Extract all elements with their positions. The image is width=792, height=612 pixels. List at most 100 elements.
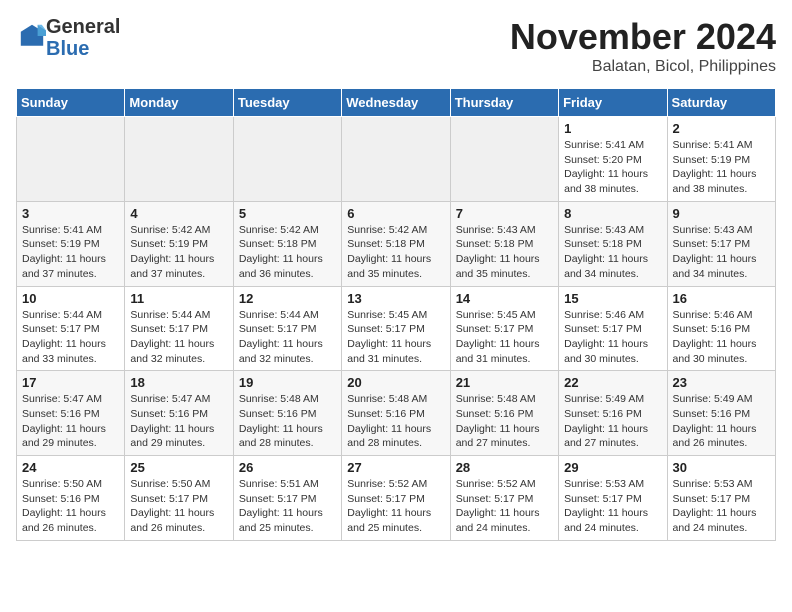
day-number: 25 bbox=[130, 460, 227, 475]
calendar-day-cell: 26Sunrise: 5:51 AM Sunset: 5:17 PM Dayli… bbox=[233, 456, 341, 541]
day-info: Sunrise: 5:42 AM Sunset: 5:19 PM Dayligh… bbox=[130, 223, 227, 282]
calendar-day-cell bbox=[17, 117, 125, 202]
calendar-week-row: 10 Sunrise: 5:44 AM Sunset: 5:17 PM Dayli… bbox=[17, 286, 776, 371]
calendar-day-cell: 30 Sunrise: 5:53 AM Sunset: 5:17 PM Dayli… bbox=[667, 456, 775, 541]
day-number: 26 bbox=[239, 460, 336, 475]
calendar-header-cell: Tuesday bbox=[233, 89, 341, 117]
day-info: Sunrise: 5:49 AM Sunset: 5:16 PM Dayligh… bbox=[564, 392, 661, 451]
day-number: 21 bbox=[456, 375, 553, 390]
day-number: 20 bbox=[347, 375, 444, 390]
day-info: Sunrise: 5:44 AM Sunset: 5:17 PM Dayligh… bbox=[22, 308, 119, 367]
day-number: 16 bbox=[673, 291, 770, 306]
day-number: 5 bbox=[239, 206, 336, 221]
calendar-week-row: 1Sunrise: 5:41 AM Sunset: 5:20 PM Daylig… bbox=[17, 117, 776, 202]
day-info: Sunrise: 5:44 AM Sunset: 5:17 PM Dayligh… bbox=[239, 308, 336, 367]
day-number: 22 bbox=[564, 375, 661, 390]
page-header: General Blue November 2024 Balatan, Bico… bbox=[16, 16, 776, 76]
calendar-header-cell: Saturday bbox=[667, 89, 775, 117]
calendar-day-cell: 9 Sunrise: 5:43 AM Sunset: 5:17 PM Daylig… bbox=[667, 201, 775, 286]
day-info: Sunrise: 5:50 AM Sunset: 5:16 PM Dayligh… bbox=[22, 477, 119, 536]
calendar-day-cell: 1Sunrise: 5:41 AM Sunset: 5:20 PM Daylig… bbox=[559, 117, 667, 202]
calendar-day-cell: 20 Sunrise: 5:48 AM Sunset: 5:16 PM Dayli… bbox=[342, 371, 450, 456]
day-number: 29 bbox=[564, 460, 661, 475]
calendar-week-row: 17Sunrise: 5:47 AM Sunset: 5:16 PM Dayli… bbox=[17, 371, 776, 456]
day-number: 9 bbox=[673, 206, 770, 221]
calendar-day-cell bbox=[450, 117, 558, 202]
logo: General Blue bbox=[16, 16, 120, 60]
calendar-table: SundayMondayTuesdayWednesdayThursdayFrid… bbox=[16, 88, 776, 541]
day-number: 4 bbox=[130, 206, 227, 221]
calendar-header-cell: Sunday bbox=[17, 89, 125, 117]
calendar-day-cell: 21 Sunrise: 5:48 AM Sunset: 5:16 PM Dayli… bbox=[450, 371, 558, 456]
calendar-day-cell: 17Sunrise: 5:47 AM Sunset: 5:16 PM Dayli… bbox=[17, 371, 125, 456]
calendar-header-cell: Friday bbox=[559, 89, 667, 117]
day-number: 8 bbox=[564, 206, 661, 221]
day-info: Sunrise: 5:41 AM Sunset: 5:19 PM Dayligh… bbox=[673, 138, 770, 197]
logo-icon bbox=[18, 22, 46, 50]
day-info: Sunrise: 5:45 AM Sunset: 5:17 PM Dayligh… bbox=[347, 308, 444, 367]
day-number: 15 bbox=[564, 291, 661, 306]
location-title: Balatan, Bicol, Philippines bbox=[510, 58, 776, 76]
calendar-day-cell: 5Sunrise: 5:42 AM Sunset: 5:18 PM Daylig… bbox=[233, 201, 341, 286]
calendar-day-cell: 6 Sunrise: 5:42 AM Sunset: 5:18 PM Daylig… bbox=[342, 201, 450, 286]
day-info: Sunrise: 5:48 AM Sunset: 5:16 PM Dayligh… bbox=[456, 392, 553, 451]
day-info: Sunrise: 5:47 AM Sunset: 5:16 PM Dayligh… bbox=[130, 392, 227, 451]
title-block: November 2024 Balatan, Bicol, Philippine… bbox=[510, 16, 776, 76]
day-number: 13 bbox=[347, 291, 444, 306]
day-info: Sunrise: 5:48 AM Sunset: 5:16 PM Dayligh… bbox=[347, 392, 444, 451]
calendar-day-cell: 15 Sunrise: 5:46 AM Sunset: 5:17 PM Dayli… bbox=[559, 286, 667, 371]
day-info: Sunrise: 5:43 AM Sunset: 5:18 PM Dayligh… bbox=[456, 223, 553, 282]
calendar-day-cell: 23 Sunrise: 5:49 AM Sunset: 5:16 PM Dayli… bbox=[667, 371, 775, 456]
calendar-day-cell: 10 Sunrise: 5:44 AM Sunset: 5:17 PM Dayli… bbox=[17, 286, 125, 371]
calendar-day-cell: 22 Sunrise: 5:49 AM Sunset: 5:16 PM Dayli… bbox=[559, 371, 667, 456]
day-info: Sunrise: 5:46 AM Sunset: 5:16 PM Dayligh… bbox=[673, 308, 770, 367]
calendar-day-cell: 16 Sunrise: 5:46 AM Sunset: 5:16 PM Dayli… bbox=[667, 286, 775, 371]
calendar-week-row: 3Sunrise: 5:41 AM Sunset: 5:19 PM Daylig… bbox=[17, 201, 776, 286]
calendar-day-cell: 25Sunrise: 5:50 AM Sunset: 5:17 PM Dayli… bbox=[125, 456, 233, 541]
calendar-header-cell: Monday bbox=[125, 89, 233, 117]
day-number: 28 bbox=[456, 460, 553, 475]
calendar-day-cell: 29 Sunrise: 5:53 AM Sunset: 5:17 PM Dayli… bbox=[559, 456, 667, 541]
day-info: Sunrise: 5:52 AM Sunset: 5:17 PM Dayligh… bbox=[347, 477, 444, 536]
day-number: 6 bbox=[347, 206, 444, 221]
day-info: Sunrise: 5:53 AM Sunset: 5:17 PM Dayligh… bbox=[564, 477, 661, 536]
day-info: Sunrise: 5:47 AM Sunset: 5:16 PM Dayligh… bbox=[22, 392, 119, 451]
calendar-day-cell: 8 Sunrise: 5:43 AM Sunset: 5:18 PM Daylig… bbox=[559, 201, 667, 286]
calendar-header-cell: Wednesday bbox=[342, 89, 450, 117]
month-title: November 2024 bbox=[510, 16, 776, 58]
calendar-day-cell: 18Sunrise: 5:47 AM Sunset: 5:16 PM Dayli… bbox=[125, 371, 233, 456]
calendar-day-cell: 13 Sunrise: 5:45 AM Sunset: 5:17 PM Dayli… bbox=[342, 286, 450, 371]
calendar-day-cell: 2 Sunrise: 5:41 AM Sunset: 5:19 PM Daylig… bbox=[667, 117, 775, 202]
calendar-day-cell: 7 Sunrise: 5:43 AM Sunset: 5:18 PM Daylig… bbox=[450, 201, 558, 286]
day-number: 23 bbox=[673, 375, 770, 390]
day-info: Sunrise: 5:53 AM Sunset: 5:17 PM Dayligh… bbox=[673, 477, 770, 536]
day-info: Sunrise: 5:46 AM Sunset: 5:17 PM Dayligh… bbox=[564, 308, 661, 367]
day-info: Sunrise: 5:44 AM Sunset: 5:17 PM Dayligh… bbox=[130, 308, 227, 367]
day-number: 11 bbox=[130, 291, 227, 306]
day-number: 10 bbox=[22, 291, 119, 306]
calendar-day-cell: 11 Sunrise: 5:44 AM Sunset: 5:17 PM Dayli… bbox=[125, 286, 233, 371]
day-info: Sunrise: 5:43 AM Sunset: 5:18 PM Dayligh… bbox=[564, 223, 661, 282]
day-info: Sunrise: 5:49 AM Sunset: 5:16 PM Dayligh… bbox=[673, 392, 770, 451]
day-info: Sunrise: 5:43 AM Sunset: 5:17 PM Dayligh… bbox=[673, 223, 770, 282]
day-number: 27 bbox=[347, 460, 444, 475]
day-info: Sunrise: 5:42 AM Sunset: 5:18 PM Dayligh… bbox=[347, 223, 444, 282]
calendar-day-cell: 12 Sunrise: 5:44 AM Sunset: 5:17 PM Dayli… bbox=[233, 286, 341, 371]
day-info: Sunrise: 5:52 AM Sunset: 5:17 PM Dayligh… bbox=[456, 477, 553, 536]
logo-general-text: General bbox=[46, 16, 120, 38]
calendar-day-cell: 27 Sunrise: 5:52 AM Sunset: 5:17 PM Dayli… bbox=[342, 456, 450, 541]
day-info: Sunrise: 5:45 AM Sunset: 5:17 PM Dayligh… bbox=[456, 308, 553, 367]
calendar-day-cell: 14Sunrise: 5:45 AM Sunset: 5:17 PM Dayli… bbox=[450, 286, 558, 371]
calendar-day-cell bbox=[125, 117, 233, 202]
day-number: 7 bbox=[456, 206, 553, 221]
day-number: 19 bbox=[239, 375, 336, 390]
calendar-header-cell: Thursday bbox=[450, 89, 558, 117]
calendar-day-cell: 4 Sunrise: 5:42 AM Sunset: 5:19 PM Daylig… bbox=[125, 201, 233, 286]
calendar-week-row: 24 Sunrise: 5:50 AM Sunset: 5:16 PM Dayli… bbox=[17, 456, 776, 541]
day-number: 12 bbox=[239, 291, 336, 306]
day-number: 2 bbox=[673, 121, 770, 136]
day-number: 30 bbox=[673, 460, 770, 475]
calendar-day-cell: 19Sunrise: 5:48 AM Sunset: 5:16 PM Dayli… bbox=[233, 371, 341, 456]
day-number: 3 bbox=[22, 206, 119, 221]
day-number: 24 bbox=[22, 460, 119, 475]
